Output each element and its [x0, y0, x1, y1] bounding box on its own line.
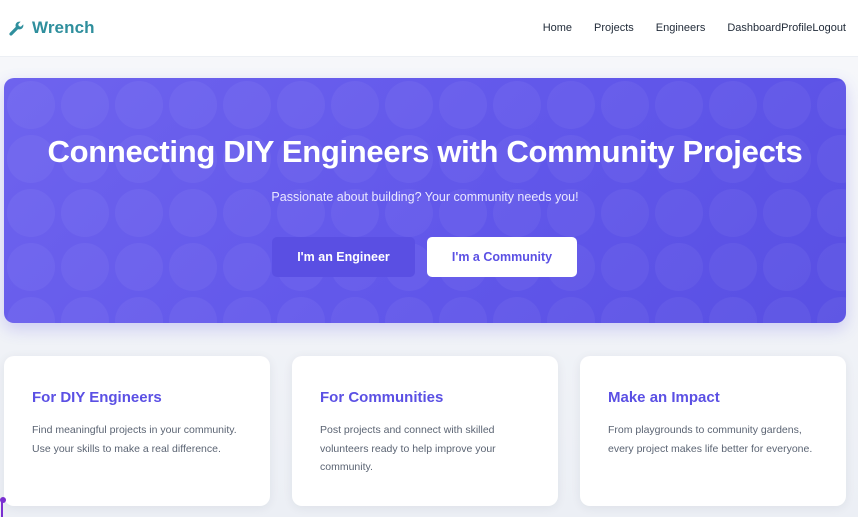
wrench-icon — [9, 21, 24, 36]
cursor-marker-icon — [0, 497, 6, 517]
feature-card-impact: Make an Impact From playgrounds to commu… — [580, 356, 846, 506]
brand[interactable]: Wrench — [8, 18, 95, 38]
feature-card-text: Post projects and connect with skilled v… — [320, 424, 496, 473]
page: Wrench Home Projects Engineers Dashboard… — [0, 0, 858, 517]
feature-card-engineers: For DIY Engineers Find meaningful projec… — [4, 356, 270, 506]
brand-name: Wrench — [32, 18, 95, 37]
hero-title: Connecting DIY Engineers with Community … — [47, 134, 803, 169]
feature-card-title: Make an Impact — [608, 389, 720, 406]
feature-card-text: Find meaningful projects in your communi… — [32, 424, 237, 455]
nav-profile-link[interactable]: Profile — [781, 22, 812, 34]
feature-card-communities: For Communities Post projects and connec… — [292, 356, 558, 506]
hero-subtitle: Passionate about building? Your communit… — [271, 190, 579, 204]
nav-engineers-link[interactable]: Engineers — [656, 22, 706, 34]
nav-links: Home Projects Engineers Dashboard Profil… — [543, 22, 846, 34]
engineer-button[interactable]: I'm an Engineer — [272, 237, 415, 277]
nav-dashboard-link[interactable]: Dashboard — [727, 22, 781, 34]
nav-home-link[interactable]: Home — [543, 22, 572, 34]
nav-logout-link[interactable]: Logout — [812, 22, 846, 34]
nav-projects-link[interactable]: Projects — [594, 22, 634, 34]
feature-card-title: For DIY Engineers — [32, 389, 162, 406]
feature-card-title: For Communities — [320, 389, 444, 406]
community-button[interactable]: I'm a Community — [427, 237, 577, 277]
hero-banner: Connecting DIY Engineers with Community … — [4, 78, 846, 323]
feature-card-text: From playgrounds to community gardens, e… — [608, 424, 813, 455]
navbar: Wrench Home Projects Engineers Dashboard… — [0, 0, 858, 57]
